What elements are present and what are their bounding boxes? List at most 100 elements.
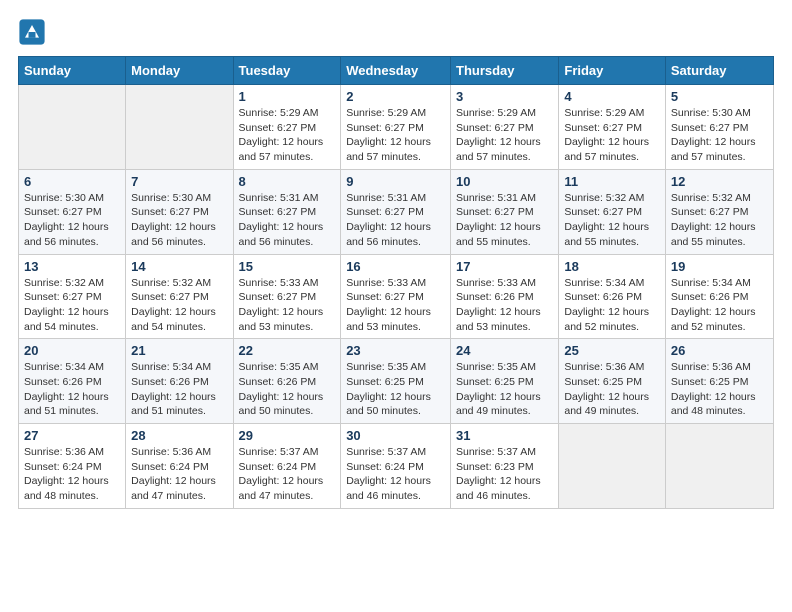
page: SundayMondayTuesdayWednesdayThursdayFrid… [0,0,792,523]
day-number: 20 [24,343,120,358]
calendar-week-row: 27 Sunrise: 5:36 AM Sunset: 6:24 PM Dayli… [19,424,774,509]
calendar-cell: 21 Sunrise: 5:34 AM Sunset: 6:26 PM Dayli… [126,339,233,424]
day-info: Sunrise: 5:37 AM Sunset: 6:24 PM Dayligh… [239,445,336,504]
day-number: 31 [456,428,553,443]
calendar-cell: 29 Sunrise: 5:37 AM Sunset: 6:24 PM Dayli… [233,424,341,509]
day-info: Sunrise: 5:34 AM Sunset: 6:26 PM Dayligh… [564,276,660,335]
calendar-cell: 30Sunrise: 5:37 AM Sunset: 6:24 PM Dayli… [341,424,451,509]
calendar-cell: 5 Sunrise: 5:30 AM Sunset: 6:27 PM Daylig… [665,85,773,170]
calendar-cell [665,424,773,509]
header [18,18,774,46]
day-number: 24 [456,343,553,358]
day-number: 11 [564,174,660,189]
calendar-cell: 28 Sunrise: 5:36 AM Sunset: 6:24 PM Dayli… [126,424,233,509]
day-info: Sunrise: 5:30 AM Sunset: 6:27 PM Dayligh… [24,191,120,250]
day-info: Sunrise: 5:34 AM Sunset: 6:26 PM Dayligh… [24,360,120,419]
calendar-cell: 1Sunrise: 5:29 AM Sunset: 6:27 PM Daylig… [233,85,341,170]
calendar-cell: 3Sunrise: 5:29 AM Sunset: 6:27 PM Daylig… [451,85,559,170]
calendar-cell: 25 Sunrise: 5:36 AM Sunset: 6:25 PM Dayli… [559,339,666,424]
day-info: Sunrise: 5:34 AM Sunset: 6:26 PM Dayligh… [671,276,768,335]
day-number: 25 [564,343,660,358]
calendar-cell: 8Sunrise: 5:31 AM Sunset: 6:27 PM Daylig… [233,169,341,254]
day-number: 17 [456,259,553,274]
day-info: Sunrise: 5:31 AM Sunset: 6:27 PM Dayligh… [456,191,553,250]
calendar-cell: 22 Sunrise: 5:35 AM Sunset: 6:26 PM Dayli… [233,339,341,424]
day-number: 7 [131,174,227,189]
calendar-cell: 2 Sunrise: 5:29 AM Sunset: 6:27 PM Daylig… [341,85,451,170]
day-info: Sunrise: 5:32 AM Sunset: 6:27 PM Dayligh… [564,191,660,250]
calendar-cell: 12Sunrise: 5:32 AM Sunset: 6:27 PM Dayli… [665,169,773,254]
day-info: Sunrise: 5:37 AM Sunset: 6:24 PM Dayligh… [346,445,445,504]
day-number: 12 [671,174,768,189]
calendar-cell: 18 Sunrise: 5:34 AM Sunset: 6:26 PM Dayli… [559,254,666,339]
day-number: 26 [671,343,768,358]
day-info: Sunrise: 5:32 AM Sunset: 6:27 PM Dayligh… [131,276,227,335]
day-number: 23 [346,343,445,358]
day-info: Sunrise: 5:36 AM Sunset: 6:25 PM Dayligh… [671,360,768,419]
day-info: Sunrise: 5:36 AM Sunset: 6:25 PM Dayligh… [564,360,660,419]
calendar: SundayMondayTuesdayWednesdayThursdayFrid… [18,56,774,509]
day-number: 19 [671,259,768,274]
day-number: 28 [131,428,227,443]
logo [18,18,49,46]
weekday-header-monday: Monday [126,57,233,85]
day-number: 27 [24,428,120,443]
day-info: Sunrise: 5:29 AM Sunset: 6:27 PM Dayligh… [239,106,336,165]
calendar-cell: 13Sunrise: 5:32 AM Sunset: 6:27 PM Dayli… [19,254,126,339]
calendar-cell: 17 Sunrise: 5:33 AM Sunset: 6:26 PM Dayli… [451,254,559,339]
day-info: Sunrise: 5:29 AM Sunset: 6:27 PM Dayligh… [346,106,445,165]
day-info: Sunrise: 5:30 AM Sunset: 6:27 PM Dayligh… [671,106,768,165]
day-info: Sunrise: 5:37 AM Sunset: 6:23 PM Dayligh… [456,445,553,504]
calendar-week-row: 13 Sunrise: 5:32 AM Sunset: 6:27 PM Dayli… [19,254,774,339]
day-number: 29 [239,428,336,443]
day-info: Sunrise: 5:35 AM Sunset: 6:25 PM Dayligh… [346,360,445,419]
day-info: Sunrise: 5:33 AM Sunset: 6:27 PM Dayligh… [239,276,336,335]
day-info: Sunrise: 5:35 AM Sunset: 6:25 PM Dayligh… [456,360,553,419]
calendar-cell: 27 Sunrise: 5:36 AM Sunset: 6:24 PM Dayli… [19,424,126,509]
day-info: Sunrise: 5:36 AM Sunset: 6:24 PM Dayligh… [131,445,227,504]
calendar-cell: 24 Sunrise: 5:35 AM Sunset: 6:25 PM Dayli… [451,339,559,424]
day-number: 22 [239,343,336,358]
calendar-cell: 19 Sunrise: 5:34 AM Sunset: 6:26 PM Dayli… [665,254,773,339]
day-info: Sunrise: 5:31 AM Sunset: 6:27 PM Dayligh… [239,191,336,250]
day-info: Sunrise: 5:36 AM Sunset: 6:24 PM Dayligh… [24,445,120,504]
day-number: 16 [346,259,445,274]
day-number: 18 [564,259,660,274]
day-info: Sunrise: 5:31 AM Sunset: 6:27 PM Dayligh… [346,191,445,250]
calendar-cell: 11 Sunrise: 5:32 AM Sunset: 6:27 PM Dayli… [559,169,666,254]
day-info: Sunrise: 5:29 AM Sunset: 6:27 PM Dayligh… [564,106,660,165]
calendar-cell: 23 Sunrise: 5:35 AM Sunset: 6:25 PM Dayli… [341,339,451,424]
calendar-header-row: SundayMondayTuesdayWednesdayThursdayFrid… [19,57,774,85]
day-number: 9 [346,174,445,189]
logo-icon [18,18,46,46]
weekday-header-saturday: Saturday [665,57,773,85]
day-number: 13 [24,259,120,274]
calendar-week-row: 20 Sunrise: 5:34 AM Sunset: 6:26 PM Dayli… [19,339,774,424]
calendar-week-row: 1Sunrise: 5:29 AM Sunset: 6:27 PM Daylig… [19,85,774,170]
day-info: Sunrise: 5:34 AM Sunset: 6:26 PM Dayligh… [131,360,227,419]
weekday-header-wednesday: Wednesday [341,57,451,85]
calendar-cell: 20 Sunrise: 5:34 AM Sunset: 6:26 PM Dayli… [19,339,126,424]
calendar-cell: 4Sunrise: 5:29 AM Sunset: 6:27 PM Daylig… [559,85,666,170]
day-info: Sunrise: 5:35 AM Sunset: 6:26 PM Dayligh… [239,360,336,419]
calendar-cell: 7Sunrise: 5:30 AM Sunset: 6:27 PM Daylig… [126,169,233,254]
weekday-header-friday: Friday [559,57,666,85]
calendar-cell: 16 Sunrise: 5:33 AM Sunset: 6:27 PM Dayli… [341,254,451,339]
day-info: Sunrise: 5:33 AM Sunset: 6:26 PM Dayligh… [456,276,553,335]
calendar-cell [126,85,233,170]
day-number: 15 [239,259,336,274]
day-number: 14 [131,259,227,274]
day-number: 21 [131,343,227,358]
weekday-header-tuesday: Tuesday [233,57,341,85]
day-number: 10 [456,174,553,189]
day-number: 6 [24,174,120,189]
weekday-header-sunday: Sunday [19,57,126,85]
calendar-cell: 9 Sunrise: 5:31 AM Sunset: 6:27 PM Daylig… [341,169,451,254]
day-info: Sunrise: 5:33 AM Sunset: 6:27 PM Dayligh… [346,276,445,335]
day-number: 2 [346,89,445,104]
weekday-header-thursday: Thursday [451,57,559,85]
day-number: 3 [456,89,553,104]
day-number: 5 [671,89,768,104]
calendar-cell [19,85,126,170]
calendar-week-row: 6 Sunrise: 5:30 AM Sunset: 6:27 PM Daylig… [19,169,774,254]
